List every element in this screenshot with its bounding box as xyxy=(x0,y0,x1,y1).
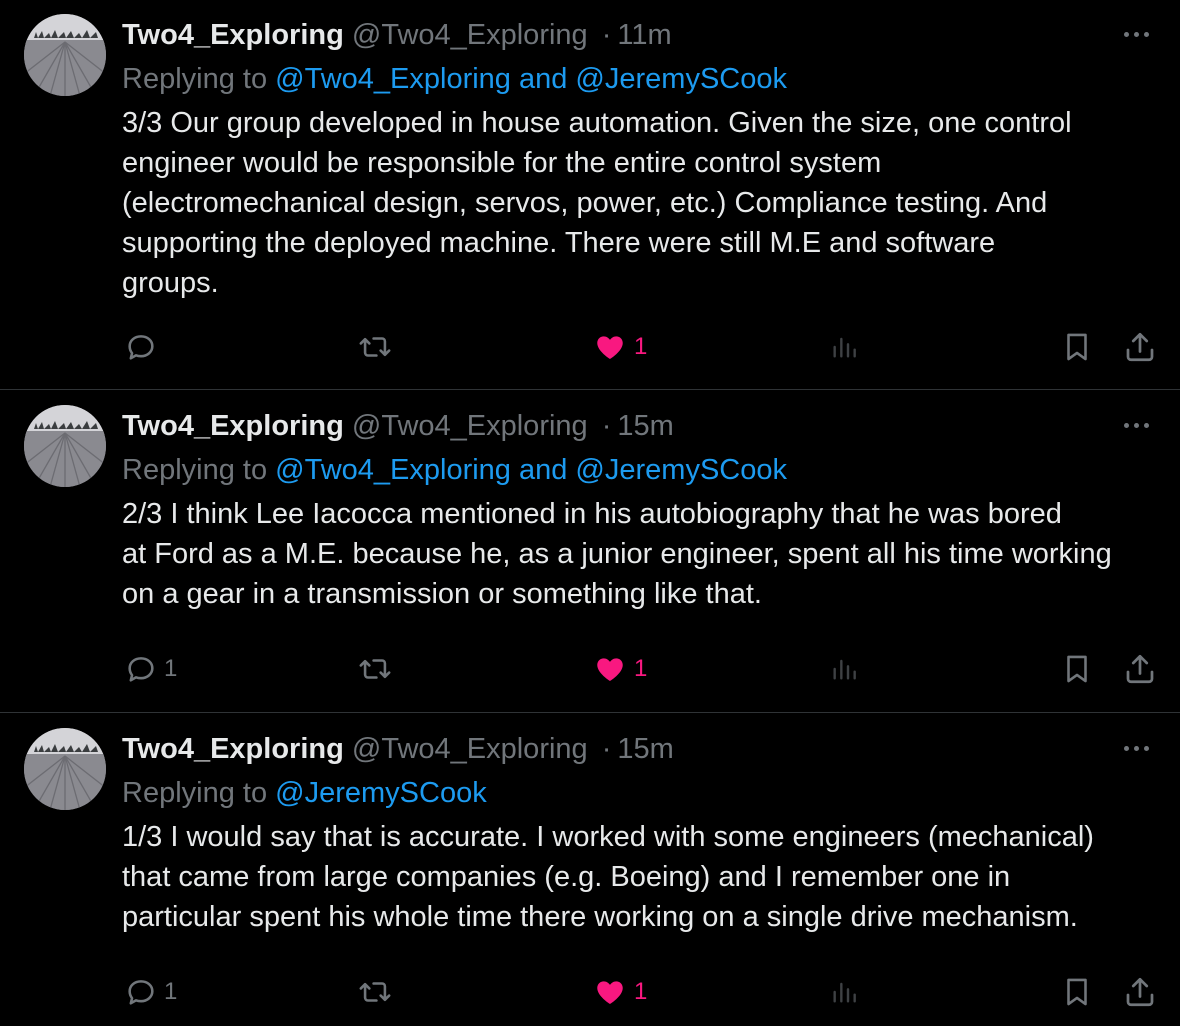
tweet-text: 2/3 I think Lee Iacocca mentioned in his… xyxy=(122,494,1162,614)
tweet-text: 3/3 Our group developed in house automat… xyxy=(122,103,1162,303)
reply-icon xyxy=(124,330,158,364)
replying-prefix: Replying to xyxy=(122,63,268,95)
separator-dot: · xyxy=(601,733,612,765)
display-name[interactable]: Two4_Exploring xyxy=(122,410,344,442)
repost-button[interactable] xyxy=(357,649,399,689)
replying-to-mentions[interactable]: @JeremySCook xyxy=(275,777,487,809)
bookmark-button[interactable] xyxy=(1060,327,1094,367)
avatar[interactable] xyxy=(24,14,106,96)
replying-to: Replying to @Two4_Exploring and @JeremyS… xyxy=(122,450,787,490)
tweet-text-line: that came from large companies (e.g. Boe… xyxy=(122,861,1011,893)
views-button[interactable] xyxy=(828,327,860,367)
heart-icon xyxy=(592,652,628,686)
views-icon xyxy=(828,330,860,364)
tweet-text-line: 1/3 I would say that is accurate. I work… xyxy=(122,821,1094,853)
reply-button[interactable]: 1 xyxy=(124,649,177,689)
separator-dot: · xyxy=(601,19,612,51)
timestamp[interactable]: 11m xyxy=(617,19,671,51)
display-name[interactable]: Two4_Exploring xyxy=(122,19,344,51)
tweet-text-line: (electromechanical design, servos, power… xyxy=(122,187,1048,219)
tweet-header: Two4_Exploring @Two4_Exploring · 15m xyxy=(122,729,674,769)
replying-to: Replying to @Two4_Exploring and @JeremyS… xyxy=(122,59,787,99)
tweet-text-line: at Ford as a M.E. because he, as a junio… xyxy=(122,538,1112,570)
share-button[interactable] xyxy=(1122,327,1158,367)
repost-icon xyxy=(357,652,393,686)
display-name[interactable]: Two4_Exploring xyxy=(122,733,344,765)
tweet-text-line: particular spent his whole time there wo… xyxy=(122,901,1078,933)
tweet[interactable]: Two4_Exploring @Two4_Exploring · 15m Repl… xyxy=(0,391,1180,713)
tweet[interactable]: Two4_Exploring @Two4_Exploring · 11m Repl… xyxy=(0,0,1180,390)
views-icon xyxy=(828,975,860,1009)
like-count: 1 xyxy=(634,978,648,1005)
heart-icon xyxy=(592,330,628,364)
heart-icon xyxy=(592,975,628,1009)
share-button[interactable] xyxy=(1122,972,1158,1012)
reply-count: 1 xyxy=(164,978,178,1005)
action-bar: 1 1 xyxy=(0,649,1180,689)
views-icon xyxy=(828,652,860,686)
handle[interactable]: @Two4_Exploring xyxy=(352,410,588,442)
share-icon xyxy=(1122,329,1158,365)
more-icon[interactable] xyxy=(1116,734,1156,762)
like-count: 1 xyxy=(634,333,648,360)
action-bar: 1 xyxy=(0,327,1180,367)
replying-prefix: Replying to xyxy=(122,777,268,809)
replying-to: Replying to @JeremySCook xyxy=(122,773,487,813)
tweet[interactable]: Two4_Exploring @Two4_Exploring · 15m Repl… xyxy=(0,714,1180,1026)
replying-prefix: Replying to xyxy=(122,454,268,486)
bookmark-icon xyxy=(1060,974,1094,1010)
views-button[interactable] xyxy=(828,649,860,689)
repost-button[interactable] xyxy=(357,972,399,1012)
share-button[interactable] xyxy=(1122,649,1158,689)
tweet-header: Two4_Exploring @Two4_Exploring · 11m xyxy=(122,15,672,55)
tweet-text-line: groups. xyxy=(122,267,219,299)
handle[interactable]: @Two4_Exploring xyxy=(352,733,588,765)
like-button[interactable]: 1 xyxy=(592,327,647,367)
avatar[interactable] xyxy=(24,405,106,487)
bookmark-button[interactable] xyxy=(1060,649,1094,689)
handle[interactable]: @Two4_Exploring xyxy=(352,19,588,51)
like-count: 1 xyxy=(634,655,648,682)
replying-to-mentions[interactable]: @Two4_Exploring and @JeremySCook xyxy=(275,63,787,95)
bookmark-button[interactable] xyxy=(1060,972,1094,1012)
reply-button[interactable] xyxy=(124,327,164,367)
tweet-text-line: on a gear in a transmission or something… xyxy=(122,578,762,610)
share-icon xyxy=(1122,651,1158,687)
like-button[interactable]: 1 xyxy=(592,649,647,689)
like-button[interactable]: 1 xyxy=(592,972,647,1012)
avatar[interactable] xyxy=(24,728,106,810)
action-bar: 1 1 xyxy=(0,972,1180,1012)
reply-icon xyxy=(124,652,158,686)
repost-icon xyxy=(357,975,393,1009)
views-button[interactable] xyxy=(828,972,860,1012)
reply-button[interactable]: 1 xyxy=(124,972,177,1012)
tweet-text-line: engineer would be responsible for the en… xyxy=(122,147,882,179)
reply-count: 1 xyxy=(164,655,178,682)
tweet-text: 1/3 I would say that is accurate. I work… xyxy=(122,817,1162,937)
reply-icon xyxy=(124,975,158,1009)
replying-to-mentions[interactable]: @Two4_Exploring and @JeremySCook xyxy=(275,454,787,486)
timestamp[interactable]: 15m xyxy=(617,733,673,765)
more-icon[interactable] xyxy=(1116,20,1156,48)
separator-dot: · xyxy=(601,410,612,442)
share-icon xyxy=(1122,974,1158,1010)
timestamp[interactable]: 15m xyxy=(617,410,673,442)
tweet-text-line: supporting the deployed machine. There w… xyxy=(122,227,996,259)
tweet-header: Two4_Exploring @Two4_Exploring · 15m xyxy=(122,406,674,446)
more-icon[interactable] xyxy=(1116,411,1156,439)
bookmark-icon xyxy=(1060,329,1094,365)
repost-icon xyxy=(357,330,393,364)
tweet-text-line: 2/3 I think Lee Iacocca mentioned in his… xyxy=(122,498,1062,530)
repost-button[interactable] xyxy=(357,327,399,367)
bookmark-icon xyxy=(1060,651,1094,687)
tweet-text-line: 3/3 Our group developed in house automat… xyxy=(122,107,1072,139)
